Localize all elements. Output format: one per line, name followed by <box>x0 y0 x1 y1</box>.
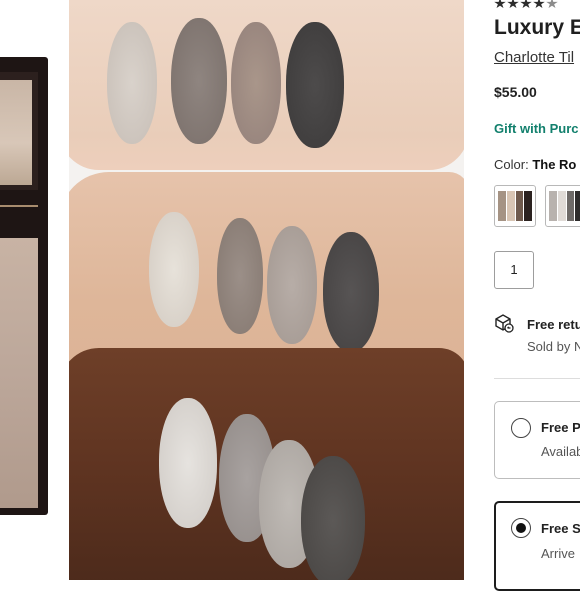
swatch-silver-2 <box>149 212 199 327</box>
section-divider <box>494 378 580 379</box>
swatch-charcoal-3 <box>301 456 365 580</box>
swatch-charcoal <box>286 22 344 148</box>
quantity-select[interactable]: 1 <box>494 251 534 289</box>
color-label: Color: The Ro <box>494 157 577 172</box>
compact-mirror <box>0 80 32 185</box>
sold-by-text: Sold by N <box>527 339 580 354</box>
swatch-photo[interactable] <box>69 0 464 580</box>
star-icon <box>533 0 545 9</box>
product-title: Luxury Ey <box>494 16 580 39</box>
star-half-icon <box>546 0 558 9</box>
box-return-icon <box>495 314 514 333</box>
swatch-bronze-2 <box>267 226 317 344</box>
swatch-taupe <box>171 18 227 144</box>
star-icon <box>494 0 506 9</box>
shipping-option-subtitle: Arrive <box>541 546 575 561</box>
pickup-option-subtitle: Availab <box>541 444 580 459</box>
radio-button[interactable] <box>511 418 531 438</box>
gift-with-purchase-link[interactable]: Gift with Purc <box>494 121 579 136</box>
swatch-silver-3 <box>159 398 217 528</box>
pickup-option[interactable]: Free P Availab <box>494 401 580 479</box>
pickup-option-title: Free P <box>541 420 580 435</box>
compact-shadow-tray <box>0 238 38 508</box>
swatch-charcoal-2 <box>323 232 379 352</box>
product-price: $55.00 <box>494 84 537 100</box>
star-icon <box>507 0 519 9</box>
shipping-option-title: Free S <box>541 521 580 536</box>
color-swatch-option-1[interactable] <box>494 185 536 227</box>
shipping-option[interactable]: Free S Arrive <box>494 501 580 591</box>
swatch-silver <box>107 22 157 144</box>
color-swatch-option-2[interactable] <box>545 185 580 227</box>
swatch-taupe-2 <box>217 218 263 334</box>
free-returns-text: Free retu <box>527 317 580 332</box>
selected-color-name: The Ro <box>532 157 577 172</box>
compact-hinge <box>0 205 38 207</box>
rating-stars[interactable] <box>494 0 559 14</box>
brand-link[interactable]: Charlotte Til <box>494 49 574 66</box>
star-icon <box>520 0 532 9</box>
radio-button-selected[interactable] <box>511 518 531 538</box>
swatch-bronze <box>231 22 281 144</box>
